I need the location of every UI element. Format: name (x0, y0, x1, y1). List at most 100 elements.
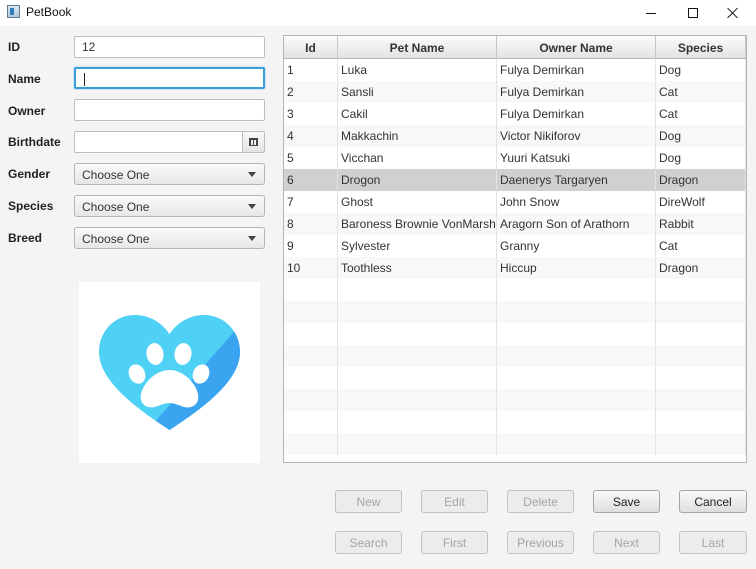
table-row[interactable]: 1 Luka Fulya Demirkan Dog (284, 59, 746, 81)
cell-owner-name: Granny (497, 235, 656, 257)
cell-id: 10 (284, 257, 338, 279)
cell-species: Cat (656, 103, 746, 125)
edit-button[interactable]: Edit (421, 490, 488, 513)
cell-pet-name: Ghost (338, 191, 497, 213)
cell-id: 6 (284, 169, 338, 191)
name-field[interactable] (74, 67, 265, 89)
search-button[interactable]: Search (335, 531, 402, 554)
maximize-icon (688, 8, 698, 18)
cell-id: 5 (284, 147, 338, 169)
cancel-button[interactable]: Cancel (679, 490, 747, 513)
cell-owner-name (497, 301, 656, 323)
cell-owner-name: Aragorn Son of Arathorn (497, 213, 656, 235)
close-button[interactable] (710, 0, 756, 26)
cell-owner-name (497, 345, 656, 367)
pets-table[interactable]: Id Pet Name Owner Name Species 1 Luka Fuly… (283, 35, 747, 463)
heart-paw-icon (99, 315, 240, 430)
column-header-owner-name[interactable]: Owner Name (497, 36, 656, 59)
table-row[interactable]: 6 Drogon Daenerys Targaryen Dragon (284, 169, 746, 191)
title-bar: PetBook (0, 0, 756, 26)
text-caret (84, 73, 85, 86)
birthdate-picker (74, 131, 265, 153)
birthdate-field[interactable] (74, 131, 242, 153)
breed-selected: Choose One (82, 232, 150, 246)
app-icon (7, 5, 20, 18)
cell-id: 8 (284, 213, 338, 235)
table-row-empty (284, 279, 746, 301)
column-header-species[interactable]: Species (656, 36, 746, 59)
cell-id: 1 (284, 59, 338, 81)
cell-owner-name (497, 411, 656, 433)
cell-species: Dog (656, 147, 746, 169)
table-row[interactable]: 3 Cakil Fulya Demirkan Cat (284, 103, 746, 125)
calendar-button[interactable] (242, 131, 265, 153)
cell-owner-name: Daenerys Targaryen (497, 169, 656, 191)
cell-pet-name (338, 433, 497, 455)
cell-id: 7 (284, 191, 338, 213)
cell-pet-name: Cakil (338, 103, 497, 125)
cell-species: Dragon (656, 257, 746, 279)
cell-owner-name: Fulya Demirkan (497, 103, 656, 125)
minimize-button[interactable] (628, 0, 674, 26)
cell-id (284, 323, 338, 345)
cell-id (284, 433, 338, 455)
cell-species: Cat (656, 235, 746, 257)
cell-pet-name (338, 411, 497, 433)
cell-id (284, 345, 338, 367)
breed-combobox[interactable]: Choose One (74, 227, 265, 249)
calendar-icon (249, 138, 258, 146)
id-field[interactable] (74, 36, 265, 58)
table-row[interactable]: 9 Sylvester Granny Cat (284, 235, 746, 257)
cell-owner-name (497, 323, 656, 345)
cell-species: Dragon (656, 169, 746, 191)
cell-pet-name (338, 279, 497, 301)
table-row-empty (284, 345, 746, 367)
species-selected: Choose One (82, 200, 150, 214)
cell-id (284, 301, 338, 323)
cell-pet-name: Luka (338, 59, 497, 81)
table-row[interactable]: 7 Ghost John Snow DireWolf (284, 191, 746, 213)
cell-pet-name (338, 367, 497, 389)
save-button[interactable]: Save (593, 490, 660, 513)
table-row-empty (284, 323, 746, 345)
birthdate-label: Birthdate (8, 135, 61, 149)
breed-label: Breed (8, 231, 43, 245)
cell-pet-name (338, 301, 497, 323)
chevron-down-icon (248, 204, 256, 209)
owner-label: Owner (8, 104, 46, 118)
last-button[interactable]: Last (679, 531, 747, 554)
owner-field[interactable] (74, 99, 265, 121)
column-header-pet-name[interactable]: Pet Name (338, 36, 497, 59)
cell-species (656, 279, 746, 301)
previous-button[interactable]: Previous (507, 531, 574, 554)
table-row-empty (284, 301, 746, 323)
delete-button[interactable]: Delete (507, 490, 574, 513)
cell-owner-name (497, 367, 656, 389)
cell-id (284, 389, 338, 411)
table-row[interactable]: 5 Vicchan Yuuri Katsuki Dog (284, 147, 746, 169)
table-row[interactable]: 2 Sansli Fulya Demirkan Cat (284, 81, 746, 103)
cell-species (656, 323, 746, 345)
column-header-id[interactable]: Id (284, 36, 338, 59)
next-button[interactable]: Next (593, 531, 660, 554)
cell-pet-name: Vicchan (338, 147, 497, 169)
cell-owner-name: Fulya Demirkan (497, 59, 656, 81)
gender-combobox[interactable]: Choose One (74, 163, 265, 185)
cell-pet-name: Sylvester (338, 235, 497, 257)
species-combobox[interactable]: Choose One (74, 195, 265, 217)
table-row-empty (284, 411, 746, 433)
window-title: PetBook (26, 5, 72, 19)
table-row-empty (284, 367, 746, 389)
new-button[interactable]: New (335, 490, 402, 513)
first-button[interactable]: First (421, 531, 488, 554)
cell-species: Dog (656, 125, 746, 147)
cell-pet-name: Baroness Brownie VonMarsh… (338, 213, 497, 235)
name-label: Name (8, 72, 41, 86)
table-row[interactable]: 8 Baroness Brownie VonMarsh… Aragorn Son o… (284, 213, 746, 235)
cell-species (656, 411, 746, 433)
species-label: Species (8, 199, 54, 213)
table-row[interactable]: 10 Toothless Hiccup Dragon (284, 257, 746, 279)
cell-id: 9 (284, 235, 338, 257)
table-row[interactable]: 4 Makkachin Victor Nikiforov Dog (284, 125, 746, 147)
cell-owner-name: Yuuri Katsuki (497, 147, 656, 169)
